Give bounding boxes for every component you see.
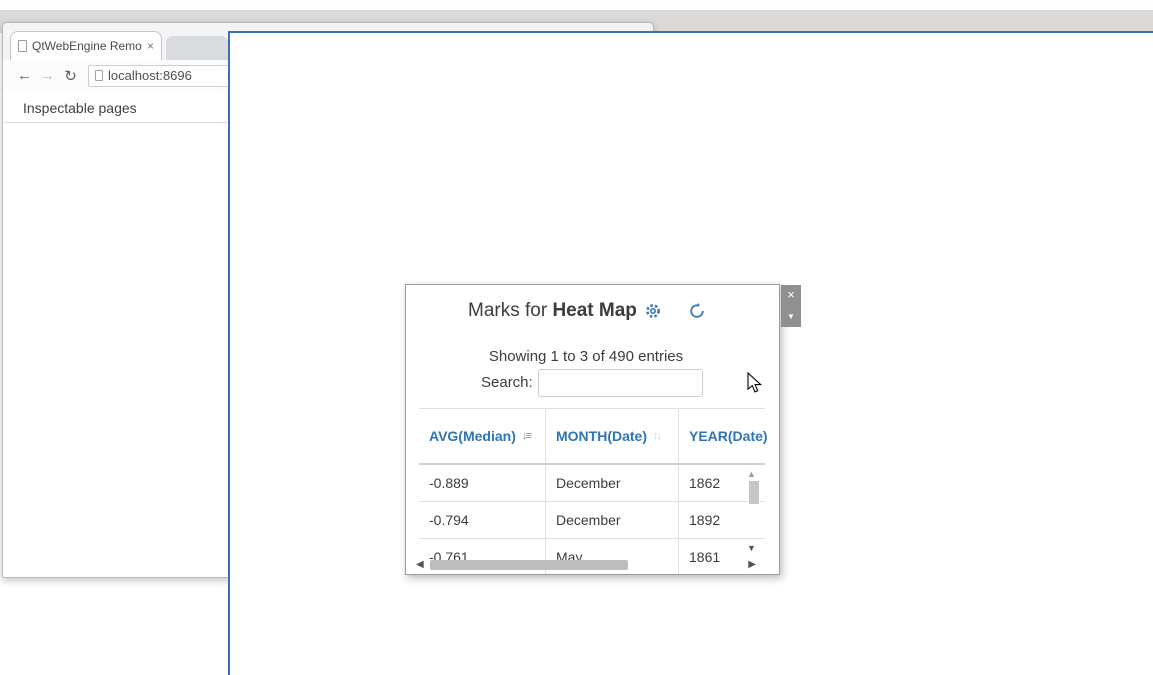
scrollbar-right-icon[interactable]: ▶ <box>744 559 756 570</box>
popup-title: Marks for Heat Map <box>468 300 637 322</box>
hscrollbar-track[interactable] <box>428 559 744 571</box>
reload-icon[interactable]: ↻ <box>59 67 82 85</box>
page-icon <box>95 70 103 81</box>
sort-icon[interactable]: ↑↓ <box>653 430 660 442</box>
search-input[interactable] <box>538 369 703 397</box>
table-row[interactable]: -0.889 December 1862 <box>419 465 765 502</box>
back-icon[interactable]: ← <box>13 67 36 84</box>
hscrollbar-thumb[interactable] <box>430 560 628 570</box>
forward-icon[interactable]: → <box>36 67 59 84</box>
table-row[interactable]: -0.794 December 1892 <box>419 502 765 539</box>
gear-icon[interactable] <box>644 302 662 320</box>
chevron-down-icon[interactable]: ▼ <box>781 306 801 327</box>
browser-tab-active[interactable]: QtWebEngine Remot × <box>10 31 162 60</box>
sort-desc-icon[interactable]: ↓≡ <box>522 430 530 442</box>
cell-month: December <box>546 502 679 538</box>
mouse-cursor <box>747 372 763 400</box>
cell-month: December <box>546 465 679 501</box>
marks-popup: Marks for Heat Map Showing 1 to 3 of 490… <box>405 284 780 575</box>
marks-table: AVG(Median) ↓≡ MONTH(Date) ↑↓ YEAR(Date)… <box>419 408 765 575</box>
column-header-avg-median[interactable]: AVG(Median) ↓≡ <box>419 409 546 463</box>
showing-entries-text: Showing 1 to 3 of 490 entries <box>406 348 766 365</box>
close-icon[interactable]: × <box>781 285 801 306</box>
page-icon <box>18 40 27 52</box>
scrollbar-up-icon[interactable]: ▲ <box>747 469 756 479</box>
column-header-month-date[interactable]: MONTH(Date) ↑↓ <box>546 409 679 463</box>
inspectable-pages-heading: Inspectable pages <box>23 100 137 116</box>
cell-year: 1892 <box>679 502 765 538</box>
table-vscrollbar-thumb[interactable] <box>749 481 759 504</box>
cell-avg: -0.794 <box>419 502 546 538</box>
scrollbar-down-icon[interactable]: ▼ <box>747 543 756 553</box>
screen: QtWebEngine Remot × ← → ↻ localhost:8696… <box>0 0 1153 675</box>
scrollbar-left-icon[interactable]: ◀ <box>416 559 428 570</box>
background-window-strip <box>0 0 1153 11</box>
search-label: Search: <box>481 374 533 391</box>
browser-tab-ghost[interactable] <box>166 36 228 60</box>
column-header-year-date[interactable]: YEAR(Date) <box>679 409 768 463</box>
table-hscrollbar[interactable]: ◀ ▶ <box>416 557 756 572</box>
refresh-icon[interactable] <box>688 302 706 320</box>
browser-tab-title: QtWebEngine Remot <box>32 39 142 53</box>
table-header-row: AVG(Median) ↓≡ MONTH(Date) ↑↓ YEAR(Date) <box>419 409 765 465</box>
tab-close-icon[interactable]: × <box>147 40 154 52</box>
url-bar[interactable]: localhost:8696 <box>88 65 238 87</box>
cell-avg: -0.889 <box>419 465 546 501</box>
url-text: localhost:8696 <box>108 68 192 83</box>
